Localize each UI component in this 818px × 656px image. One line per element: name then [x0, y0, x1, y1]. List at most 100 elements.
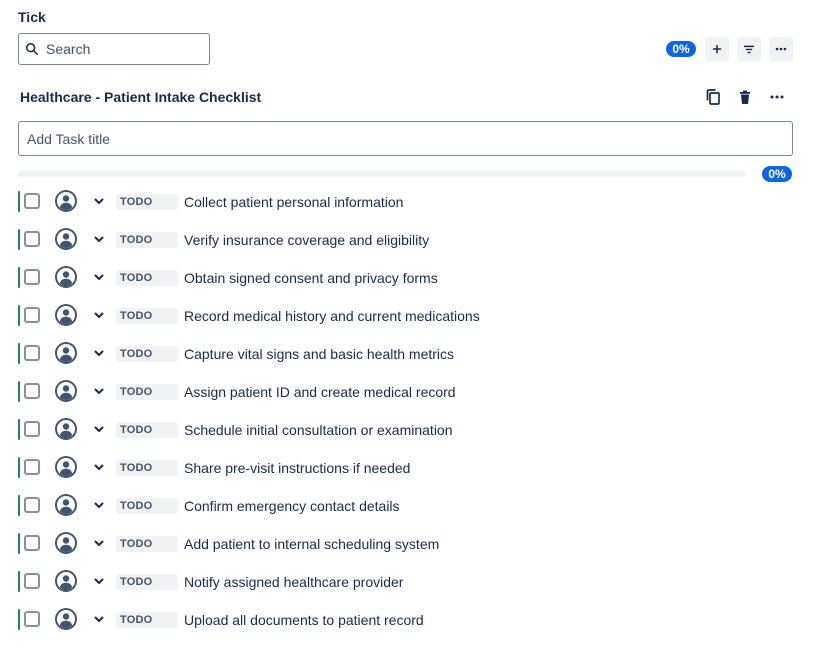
task-row[interactable]: TODO Obtain signed consent and privacy f… [0, 259, 818, 297]
task-row[interactable]: TODO Collect patient personal informatio… [0, 183, 818, 221]
task-row[interactable]: TODO Verify insurance coverage and eligi… [0, 221, 818, 259]
search-input[interactable] [46, 41, 206, 57]
filter-button[interactable] [737, 37, 761, 61]
status-badge[interactable]: TODO [116, 498, 178, 514]
status-badge[interactable]: TODO [116, 460, 178, 476]
avatar-icon[interactable] [54, 265, 78, 289]
status-badge[interactable]: TODO [116, 384, 178, 400]
avatar-icon[interactable] [54, 417, 78, 441]
task-checkbox[interactable] [24, 459, 40, 475]
status-badge[interactable]: TODO [116, 194, 178, 210]
chevron-down-icon[interactable] [93, 271, 105, 283]
avatar-icon[interactable] [54, 455, 78, 479]
task-row[interactable]: TODO Share pre-visit instructions if nee… [0, 449, 818, 487]
status-badge[interactable]: TODO [116, 346, 178, 362]
task-checkbox[interactable] [24, 535, 40, 551]
status-badge[interactable]: TODO [116, 574, 178, 590]
task-checkbox[interactable] [24, 573, 40, 589]
task-accent-bar [18, 419, 20, 440]
task-title[interactable]: Assign patient ID and create medical rec… [184, 384, 456, 400]
task-title[interactable]: Obtain signed consent and privacy forms [184, 270, 438, 286]
task-title[interactable]: Collect patient personal information [184, 194, 403, 210]
chevron-down-icon[interactable] [93, 613, 105, 625]
task-list: TODO Collect patient personal informatio… [0, 183, 818, 639]
trash-icon [740, 90, 750, 104]
add-task-field[interactable] [18, 121, 793, 156]
status-badge[interactable]: TODO [116, 612, 178, 628]
more-options-button[interactable] [769, 37, 793, 61]
task-title[interactable]: Schedule initial consultation or examina… [184, 422, 453, 438]
checklist-title: Healthcare - Patient Intake Checklist [20, 89, 262, 105]
checklist-more-button[interactable] [766, 86, 788, 108]
status-badge[interactable]: TODO [116, 232, 178, 248]
task-row[interactable]: TODO Add patient to internal scheduling … [0, 525, 818, 563]
task-checkbox[interactable] [24, 269, 40, 285]
search-icon [25, 42, 39, 56]
avatar-icon[interactable] [54, 189, 78, 213]
task-title[interactable]: Notify assigned healthcare provider [184, 574, 403, 590]
task-accent-bar [18, 381, 20, 402]
task-accent-bar [18, 609, 20, 630]
checklist-progress-badge: 0% [762, 166, 792, 182]
chevron-down-icon[interactable] [93, 537, 105, 549]
task-row[interactable]: TODO Upload all documents to patient rec… [0, 601, 818, 639]
task-row[interactable]: TODO Schedule initial consultation or ex… [0, 411, 818, 449]
copy-checklist-button[interactable] [702, 86, 724, 108]
chevron-down-icon[interactable] [93, 309, 105, 321]
task-row[interactable]: TODO Record medical history and current … [0, 297, 818, 335]
chevron-down-icon[interactable] [93, 347, 105, 359]
more-horizontal-icon [770, 95, 784, 99]
task-checkbox[interactable] [24, 383, 40, 399]
avatar-icon[interactable] [54, 493, 78, 517]
task-checkbox[interactable] [24, 497, 40, 513]
task-row[interactable]: TODO Capture vital signs and basic healt… [0, 335, 818, 373]
status-badge[interactable]: TODO [116, 422, 178, 438]
avatar-icon[interactable] [54, 303, 78, 327]
add-checklist-button[interactable] [705, 37, 729, 61]
more-horizontal-icon [775, 47, 787, 51]
status-badge[interactable]: TODO [116, 308, 178, 324]
task-row[interactable]: TODO Assign patient ID and create medica… [0, 373, 818, 411]
chevron-down-icon[interactable] [93, 461, 105, 473]
task-title[interactable]: Verify insurance coverage and eligibilit… [184, 232, 429, 248]
task-checkbox[interactable] [24, 193, 40, 209]
task-checkbox[interactable] [24, 345, 40, 361]
task-accent-bar [18, 343, 20, 364]
task-row[interactable]: TODO Notify assigned healthcare provider [0, 563, 818, 601]
task-checkbox[interactable] [24, 421, 40, 437]
chevron-down-icon[interactable] [93, 499, 105, 511]
task-accent-bar [18, 533, 20, 554]
task-accent-bar [18, 457, 20, 478]
avatar-icon[interactable] [54, 341, 78, 365]
filter-icon [743, 45, 755, 54]
chevron-down-icon[interactable] [93, 385, 105, 397]
task-checkbox[interactable] [24, 231, 40, 247]
task-checkbox[interactable] [24, 307, 40, 323]
task-title[interactable]: Record medical history and current medic… [184, 308, 480, 324]
task-title[interactable]: Upload all documents to patient record [184, 612, 424, 628]
avatar-icon[interactable] [54, 607, 78, 631]
task-accent-bar [18, 267, 20, 288]
chevron-down-icon[interactable] [93, 423, 105, 435]
status-badge[interactable]: TODO [116, 270, 178, 286]
task-row[interactable]: TODO Confirm emergency contact details [0, 487, 818, 525]
avatar-icon[interactable] [54, 227, 78, 251]
task-checkbox[interactable] [24, 611, 40, 627]
chevron-down-icon[interactable] [93, 575, 105, 587]
task-accent-bar [18, 495, 20, 516]
overall-progress-badge: 0% [666, 41, 696, 57]
avatar-icon[interactable] [54, 379, 78, 403]
task-title[interactable]: Share pre-visit instructions if needed [184, 460, 410, 476]
avatar-icon[interactable] [54, 531, 78, 555]
avatar-icon[interactable] [54, 569, 78, 593]
task-accent-bar [18, 305, 20, 326]
chevron-down-icon[interactable] [93, 195, 105, 207]
task-title[interactable]: Add patient to internal scheduling syste… [184, 536, 439, 552]
task-title[interactable]: Confirm emergency contact details [184, 498, 400, 514]
search-box[interactable] [18, 33, 210, 65]
delete-checklist-button[interactable] [734, 86, 756, 108]
add-task-input[interactable] [27, 130, 792, 147]
chevron-down-icon[interactable] [93, 233, 105, 245]
task-title[interactable]: Capture vital signs and basic health met… [184, 346, 454, 362]
status-badge[interactable]: TODO [116, 536, 178, 552]
